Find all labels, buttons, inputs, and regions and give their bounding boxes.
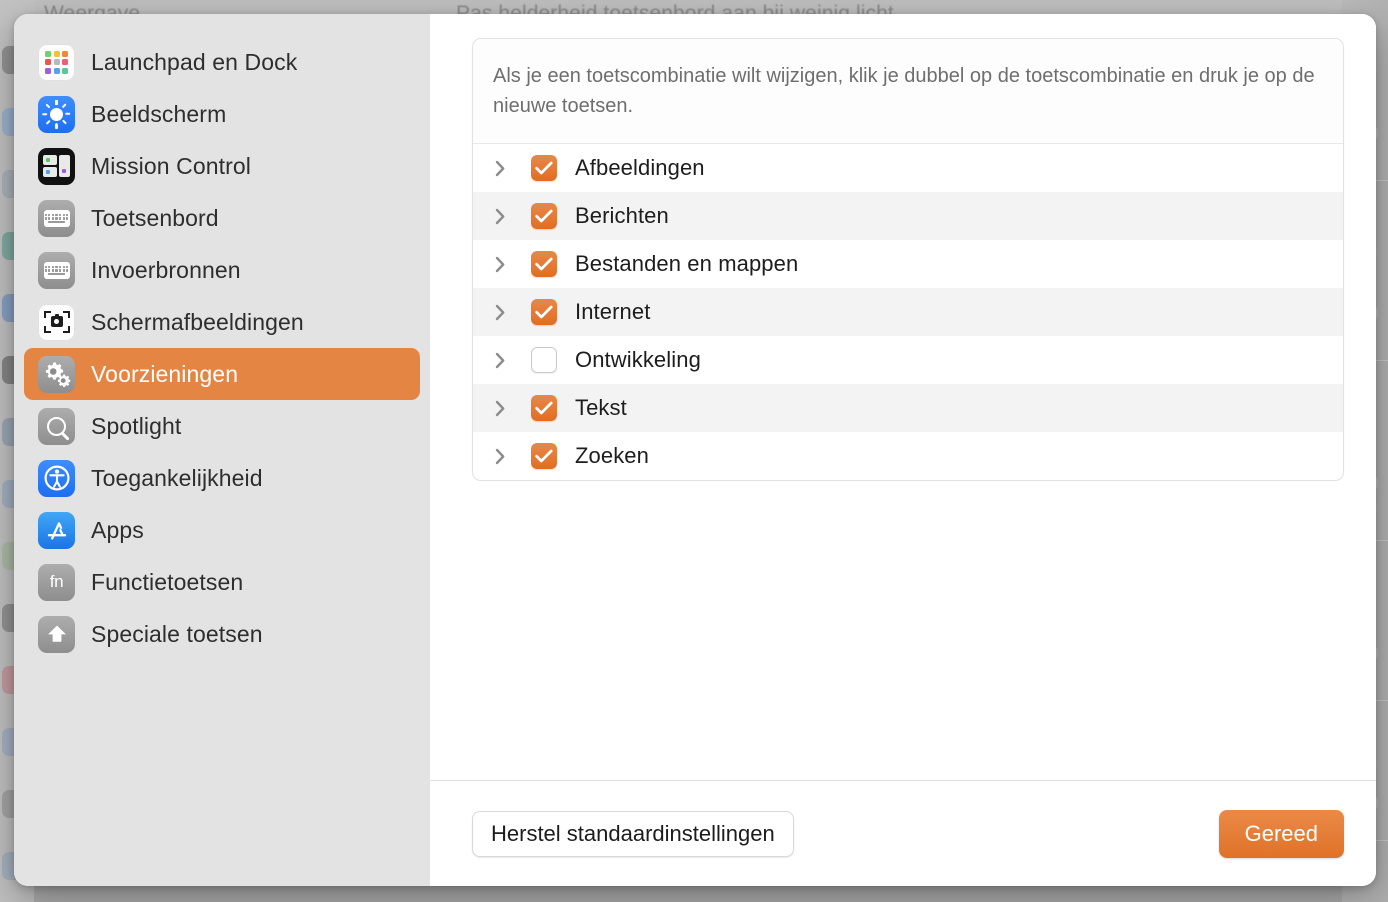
sidebar-item-label: Schermafbeeldingen [91,308,304,335]
sidebar-item-speciale-toetsen[interactable]: Speciale toetsen [24,608,420,660]
row-checkbox[interactable] [531,347,557,373]
sidebar-item-label: Beeldscherm [91,100,227,127]
chevron-right-icon[interactable] [487,208,513,225]
mission-control-icon [38,147,75,185]
gears-icon [38,355,75,393]
row-checkbox[interactable] [531,395,557,421]
chevron-right-icon[interactable] [487,400,513,417]
chevron-right-icon[interactable] [487,352,513,369]
keyboard-shortcuts-sheet: Launchpad en Dock Beeldscherm Mission Cont… [14,14,1376,886]
shortcuts-card: Als je een toetscombinatie wilt wijzigen… [472,38,1344,481]
row-label: Berichten [575,203,669,228]
sidebar-item-spotlight[interactable]: Spotlight [24,400,420,452]
fn-key-icon: fn [38,563,75,601]
search-icon [38,407,75,445]
row-checkbox[interactable] [531,203,557,229]
sidebar-item-label: Speciale toetsen [91,620,263,647]
sheet-footer: Herstel standaardinstellingen Gereed [430,780,1376,886]
row-label: Zoeken [575,443,649,468]
done-button[interactable]: Gereed [1218,809,1344,858]
shift-arrow-icon [38,615,75,653]
sidebar-item-launchpad-en-dock[interactable]: Launchpad en Dock [24,36,420,88]
shortcuts-list[interactable]: Afbeeldingen Berichten Bestanden en mappen… [473,144,1343,480]
row-label: Ontwikkeling [575,347,701,372]
screenshot-icon [38,303,75,341]
table-row[interactable]: Berichten [473,192,1343,240]
sidebar-item-apps[interactable]: Apps [24,504,420,556]
table-row[interactable]: Zoeken [473,432,1343,480]
sidebar-item-toegankelijkheid[interactable]: Toegankelijkheid [24,452,420,504]
row-checkbox[interactable] [531,155,557,181]
row-checkbox[interactable] [531,443,557,469]
sidebar-item-label: Spotlight [91,412,182,439]
keyboard-icon [38,251,75,289]
sidebar-item-mission-control[interactable]: Mission Control [24,140,420,192]
shortcuts-body: Als je een toetscombinatie wilt wijzigen… [430,14,1376,780]
chevron-right-icon[interactable] [487,304,513,321]
launchpad-icon [38,43,75,81]
restore-defaults-button[interactable]: Herstel standaardinstellingen [472,810,794,857]
row-checkbox[interactable] [531,299,557,325]
sidebar-item-label: Launchpad en Dock [91,48,298,75]
sidebar-item-voorzieningen[interactable]: Voorzieningen [24,348,420,400]
sidebar-item-functietoetsen[interactable]: fn Functietoetsen [24,556,420,608]
sidebar-item-label: Apps [91,516,144,543]
sidebar-item-label: Functietoetsen [91,568,244,595]
app-store-icon [38,511,75,549]
chevron-right-icon[interactable] [487,448,513,465]
table-row[interactable]: Bestanden en mappen [473,240,1343,288]
accessibility-icon [38,459,75,497]
row-label: Tekst [575,395,627,420]
sidebar-item-label: Toegankelijkheid [91,464,263,491]
sidebar-item-label: Toetsenbord [91,204,219,231]
keyboard-icon [38,199,75,237]
shortcuts-content-pane: Als je een toetscombinatie wilt wijzigen… [430,14,1376,886]
sidebar-item-toetsenbord[interactable]: Toetsenbord [24,192,420,244]
sidebar-item-invoerbronnen[interactable]: Invoerbronnen [24,244,420,296]
brightness-icon [38,95,75,133]
row-label: Internet [575,299,651,324]
sidebar-item-label: Mission Control [91,152,251,179]
sidebar-item-schermafbeeldingen[interactable]: Schermafbeeldingen [24,296,420,348]
table-row[interactable]: Ontwikkeling [473,336,1343,384]
table-row[interactable]: Internet [473,288,1343,336]
table-row[interactable]: Afbeeldingen [473,144,1343,192]
table-row[interactable]: Tekst [473,384,1343,432]
chevron-right-icon[interactable] [487,256,513,273]
row-checkbox[interactable] [531,251,557,277]
chevron-right-icon[interactable] [487,160,513,177]
row-label: Bestanden en mappen [575,251,799,276]
sidebar-item-beeldscherm[interactable]: Beeldscherm [24,88,420,140]
row-label: Afbeeldingen [575,155,705,180]
sidebar-item-label: Invoerbronnen [91,256,241,283]
shortcuts-category-sidebar[interactable]: Launchpad en Dock Beeldscherm Mission Cont… [14,14,430,886]
shortcuts-description: Als je een toetscombinatie wilt wijzigen… [473,39,1343,144]
sidebar-item-label: Voorzieningen [91,360,239,387]
